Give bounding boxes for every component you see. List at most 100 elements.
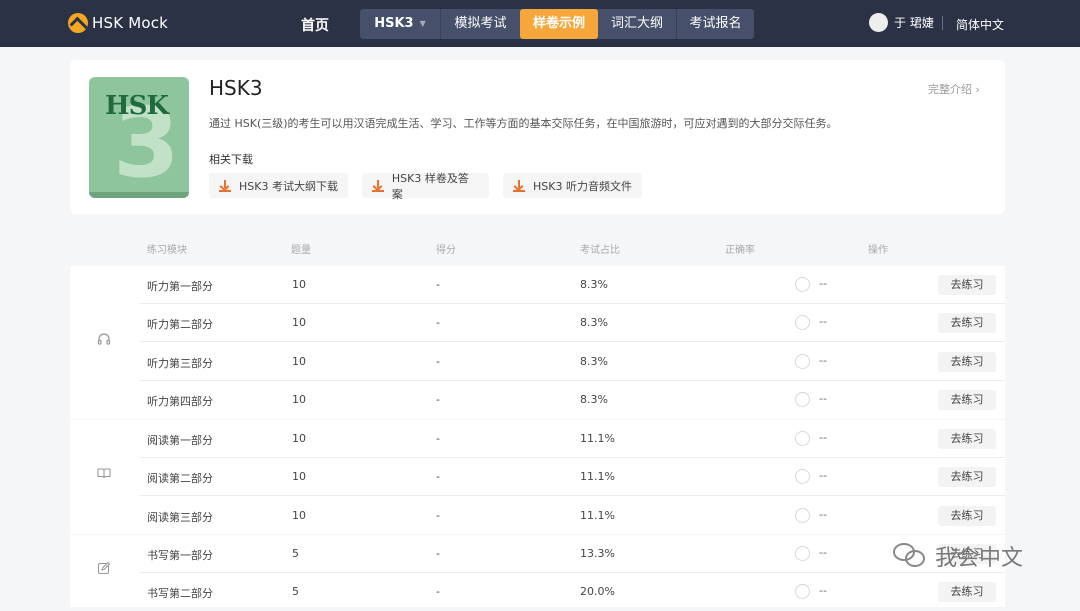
accuracy-value: --: [819, 546, 827, 559]
accuracy-value: --: [819, 431, 827, 444]
exam-share: 8.3%: [580, 392, 608, 406]
download-label: HSK3 考试大纲下载: [239, 179, 338, 193]
accuracy-value: --: [819, 315, 827, 329]
practice-button[interactable]: 去练习: [938, 505, 996, 526]
practice-button[interactable]: 去练习: [938, 351, 996, 372]
score-value: -: [436, 470, 440, 484]
question-count: 5: [292, 547, 299, 560]
exam-share: 11.1%: [580, 470, 615, 484]
chevron-right-icon: ›: [975, 83, 980, 96]
logo-text: HSK Mock: [92, 14, 169, 32]
practice-button[interactable]: 去练习: [938, 389, 996, 410]
hsk-book-cover: 3 HSK: [89, 77, 189, 198]
full-intro-label: 完整介绍: [928, 83, 972, 96]
table-row: 阅读第一部分 10 - 11.1% -- 去练习: [140, 420, 1005, 458]
page-title: HSK3: [209, 76, 263, 100]
score-value: -: [436, 432, 440, 445]
user-menu[interactable]: 于 珺婕: [869, 13, 934, 32]
score-value: -: [436, 585, 440, 599]
accuracy-ring-icon: [795, 353, 810, 369]
download-icon: [513, 179, 525, 192]
question-count: 10: [292, 354, 306, 368]
accuracy-ring-icon: [795, 546, 810, 561]
headphones-icon: [96, 332, 112, 348]
score-value: -: [436, 508, 440, 522]
column-header-score: 得分: [436, 245, 456, 256]
module-name: 听力第四部分: [147, 394, 213, 408]
accuracy-ring-icon: [795, 315, 810, 331]
download-label: HSK3 样卷及答案: [391, 171, 469, 201]
table-row: 听力第三部分 10 - 8.3% -- 去练习: [140, 343, 1005, 381]
column-header-action: 操作: [868, 245, 888, 256]
download-sample-button[interactable]: HSK3 样卷及答案: [362, 172, 489, 201]
practice-button[interactable]: 去练习: [938, 429, 996, 449]
divider: [942, 16, 943, 30]
download-syllabus-button[interactable]: HSK3 考试大纲下载: [209, 173, 348, 198]
exam-share: 8.3%: [580, 354, 608, 368]
practice-button[interactable]: 去练习: [938, 275, 996, 295]
exam-share: 11.1%: [580, 432, 615, 445]
tab-sample-papers[interactable]: 样卷示例: [520, 9, 598, 39]
accuracy-value: --: [819, 584, 827, 598]
table-row: 书写第二部分 5 - 20.0% -- 去练习: [140, 573, 1005, 611]
question-count: 10: [292, 392, 306, 406]
module-name: 听力第二部分: [147, 318, 213, 332]
accuracy-ring-icon: [795, 469, 810, 485]
score-value: -: [436, 392, 440, 406]
top-navbar: HSK Mock 首页 HSK3 ▼ 模拟考试 样卷示例 词汇大纲 考试报名 于…: [0, 0, 1080, 47]
accuracy-value: --: [819, 391, 827, 405]
module-name: 书写第二部分: [147, 587, 213, 601]
accuracy-ring-icon: [795, 391, 810, 407]
level-description: 通过 HSK(三级)的考生可以用汉语完成生活、学习、工作等方面的基本交际任务，在…: [209, 117, 838, 130]
module-name: 听力第三部分: [147, 356, 213, 370]
table-row: 书写第一部分 5-13.3% -- 去练习: [140, 535, 1005, 573]
book-cover-label: HSK: [105, 91, 169, 121]
question-count: 10: [292, 278, 306, 291]
practice-button[interactable]: 去练习: [938, 313, 996, 334]
column-header-accuracy: 正确率: [725, 245, 755, 256]
module-name: 阅读第一部分: [147, 434, 213, 447]
full-intro-link[interactable]: 完整介绍 ›: [928, 81, 980, 97]
download-audio-button[interactable]: HSK3 听力音频文件: [503, 173, 642, 198]
module-name: 阅读第二部分: [147, 472, 213, 486]
language-selector[interactable]: 简体中文: [956, 16, 1004, 33]
score-value: -: [436, 278, 440, 291]
level-intro-card: 3 HSK HSK3 完整介绍 › 通过 HSK(三级)的考生可以用汉语完成生活…: [70, 60, 1005, 214]
user-name: 于 珺婕: [894, 16, 934, 30]
logo[interactable]: HSK Mock: [68, 12, 168, 34]
section-listening: 听力第一部分 10-8.3% -- 去练习 听力第二部分 10-8.3% -- 去练习 听力第三…: [70, 266, 1005, 419]
accuracy-value: --: [819, 469, 827, 483]
nav-home-link[interactable]: 首页: [301, 15, 329, 35]
section-writing: 书写第一部分 5-13.3% -- 去练习 书写第二部分 5-20.0% -- 去练习: [70, 535, 1005, 607]
question-count: 5: [292, 585, 299, 599]
section-reading: 阅读第一部分 10-11.1% -- 去练习 阅读第二部分 10-11.1% -- 去练习 阅读…: [70, 420, 1005, 534]
exam-share: 13.3%: [580, 547, 615, 560]
watermark-text: 我会中文: [935, 546, 1024, 571]
nav-tab-group: HSK3 ▼ 模拟考试 样卷示例 词汇大纲 考试报名: [360, 9, 754, 39]
table-row: 听力第二部分 10 - 8.3% -- 去练习: [140, 304, 1005, 343]
table-row: 阅读第三部分 10 - 11.1% -- 去练习: [140, 497, 1005, 535]
column-header-share: 考试占比: [580, 245, 620, 256]
exam-share: 20.0%: [580, 585, 615, 599]
practice-button[interactable]: 去练习: [938, 582, 996, 603]
download-icon: [219, 179, 231, 192]
chat-bubbles-icon: [893, 541, 927, 571]
exam-share: 8.3%: [580, 316, 608, 330]
tab-registration[interactable]: 考试报名: [676, 9, 754, 39]
column-header-count: 题量: [291, 245, 311, 256]
practice-button[interactable]: 去练习: [938, 467, 996, 488]
table-row: 听力第四部分 10 - 8.3% -- 去练习: [140, 381, 1005, 419]
module-name: 阅读第三部分: [147, 510, 213, 524]
question-count: 10: [292, 316, 306, 330]
exam-share: 11.1%: [580, 508, 615, 522]
level-dropdown[interactable]: HSK3 ▼: [360, 9, 440, 39]
table-header: 练习模块 题量 得分 考试占比 正确率 操作: [70, 238, 1005, 258]
avatar: [869, 13, 888, 32]
accuracy-value: --: [819, 507, 827, 521]
logo-mark-icon: [68, 13, 88, 33]
tab-mock-exam[interactable]: 模拟考试: [440, 9, 520, 39]
level-dropdown-label: HSK3: [374, 16, 414, 31]
table-row: 阅读第二部分 10 - 11.1% -- 去练习: [140, 458, 1005, 497]
download-icon: [372, 179, 384, 192]
tab-vocabulary[interactable]: 词汇大纲: [598, 9, 676, 39]
